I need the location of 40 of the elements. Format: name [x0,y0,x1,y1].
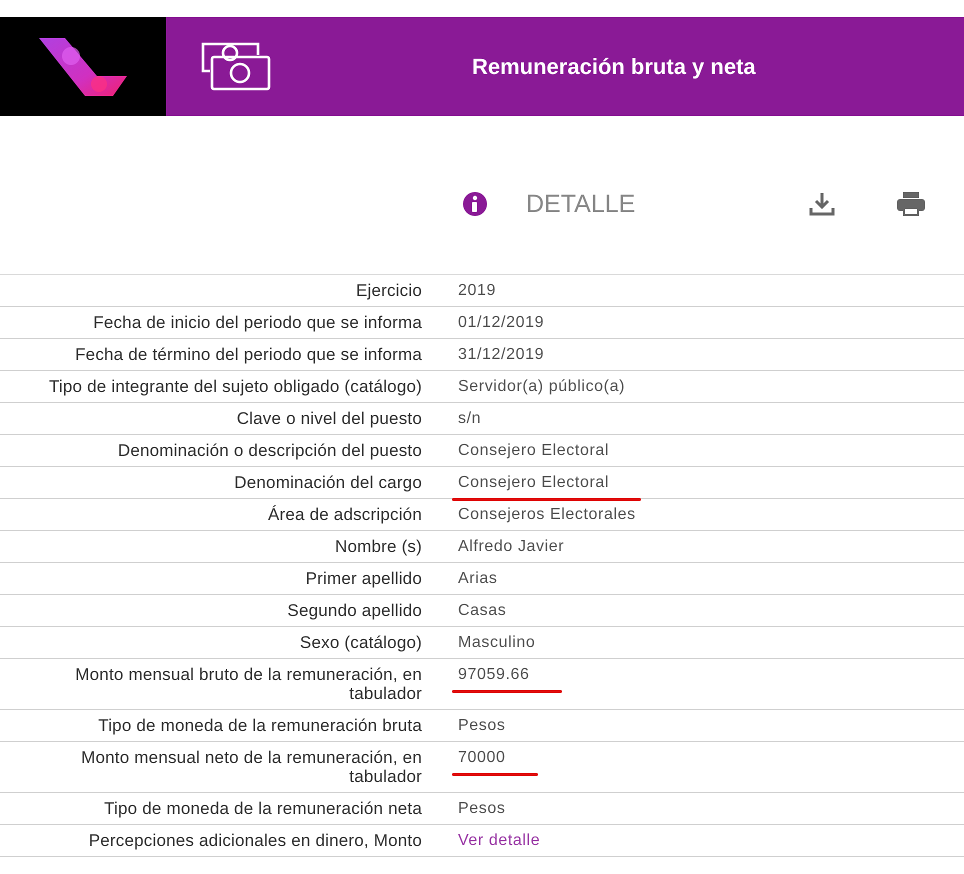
field-value: Consejeros Electorales [458,506,636,523]
field-label: Monto mensual neto de la remuneración, en tabulador [80,747,422,788]
field-label: Segundo apellido [286,600,422,622]
field-value: Casas [458,602,506,619]
field-label: Tipo de integrante del sujeto obligado (catálogo) [48,376,422,398]
money-icon [200,40,272,92]
field-label: Nombre (s) [334,536,422,558]
field-label: Clave o nivel del puesto [236,408,422,430]
page-title: Remuneración bruta y neta [472,54,756,80]
field-label: Área de adscripción [266,504,422,526]
field-label: Fecha de término del periodo que se informa [74,344,422,366]
field-label: Tipo de moneda de la remuneración neta [103,798,422,820]
field-value: Pesos [458,800,506,817]
detail-link[interactable]: Ver detalle [458,832,540,849]
field-value: 31/12/2019 [458,346,544,363]
field-value: Arias [458,570,498,587]
field-value: 2019 [458,282,496,299]
field-label: Percepciones adicionales en dinero, Monto [88,830,422,852]
field-value: s/n [458,410,482,427]
field-label: Tipo de moneda de la remuneración bruta [97,715,422,737]
field-value: Consejero Electoral [458,442,610,459]
field-value: Pesos [458,717,506,734]
info-icon [462,191,488,217]
field-label: Sexo (catálogo) [298,632,422,654]
field-label: Primer apellido [304,568,422,590]
field-value: 70000 [458,749,506,766]
print-icon[interactable] [896,191,926,217]
field-value: Servidor(a) público(a) [458,378,626,395]
download-icon[interactable] [808,191,836,217]
field-label: Denominación o descripción del puesto [116,440,422,462]
field-value: Consejero Electoral [458,474,610,491]
field-label: Fecha de inicio del periodo que se informa [92,312,422,334]
field-label: Monto mensual bruto de la remuneración, en tabulador [74,664,422,705]
field-value: 01/12/2019 [458,314,544,331]
field-label: Denominación del cargo [233,472,422,494]
field-label: Ejercicio [354,280,422,302]
field-value: Alfredo Javier [458,538,564,555]
detail-heading: DETALLE [526,190,636,218]
field-value: 97059.66 [458,666,530,683]
field-value: Masculino [458,634,536,651]
